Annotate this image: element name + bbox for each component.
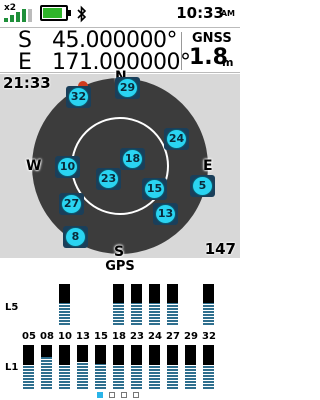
- satellite-number: 29: [119, 81, 136, 94]
- signal-bar: [4, 18, 8, 22]
- satellite-number: 24: [168, 132, 185, 145]
- satellite-number: 5: [198, 179, 207, 192]
- prn-label: 32: [202, 331, 216, 342]
- compass-east: E: [203, 158, 213, 174]
- prn-label: 10: [58, 331, 72, 342]
- satellite-number: 8: [71, 230, 80, 243]
- l5-band-label: L5: [5, 302, 19, 313]
- satellite-sky-view[interactable]: 21:33 N S W E 32 29 24 18 10 23 15 5 27 …: [0, 69, 240, 260]
- longitude-row: E 171.000000°: [0, 50, 191, 75]
- satellite-marker[interactable]: 8: [63, 226, 88, 248]
- prn-label: 08: [40, 331, 54, 342]
- bluetooth-icon: [77, 5, 87, 23]
- l1-signal-bar: [167, 345, 178, 389]
- l1-band-label: L1: [5, 362, 19, 373]
- satellite-number: 15: [146, 182, 163, 195]
- page-dot[interactable]: [109, 392, 115, 398]
- satellite-number: 13: [157, 207, 174, 220]
- satellite-marker[interactable]: 32: [66, 86, 91, 108]
- signal-bar: [10, 15, 14, 22]
- l5-signal-bar: [203, 284, 214, 326]
- battery-fill: [43, 8, 62, 18]
- prn-label: 13: [76, 331, 90, 342]
- satellite-marker[interactable]: 13: [153, 203, 178, 225]
- l1-signal-bar: [149, 345, 160, 389]
- longitude-direction: E: [18, 50, 32, 75]
- battery-icon: [40, 5, 71, 21]
- signal-strength-icon: [4, 9, 34, 22]
- l1-signal-bar: [203, 345, 214, 389]
- l5-signal-bar: [23, 284, 34, 326]
- signal-bar: [28, 9, 32, 22]
- satellite-marker[interactable]: 15: [142, 178, 167, 200]
- satellite-marker[interactable]: 10: [55, 156, 80, 178]
- l1-signal-bar: [113, 345, 124, 389]
- satellite-number: 10: [59, 160, 76, 173]
- page-dot[interactable]: [97, 392, 103, 398]
- l5-signal-bar: [113, 284, 124, 326]
- satellite-number: 32: [70, 90, 87, 103]
- prn-label: 18: [112, 331, 126, 342]
- signal-bar: [16, 12, 20, 22]
- coordinates-panel[interactable]: S 45.000000° E 171.000000° GNSS 1.8 m: [0, 27, 240, 75]
- l5-signal-bar: [41, 284, 52, 326]
- status-bar: x2 10:33 AM: [0, 0, 240, 27]
- satellite-number: 23: [100, 172, 117, 185]
- l1-signal-bar: [95, 345, 106, 389]
- heading-label: 147: [204, 240, 236, 258]
- page-dot[interactable]: [133, 392, 139, 398]
- signal-strength-graph[interactable]: GPS L5 L1 05 08 10 13 15 18 23 24 27 29 32: [0, 258, 240, 400]
- clock-ampm: AM: [220, 9, 235, 18]
- l5-signal-bar: [77, 284, 88, 326]
- l5-signal-bar: [149, 284, 160, 326]
- divider: [181, 32, 182, 70]
- prn-label: 24: [148, 331, 162, 342]
- compass-west: W: [26, 158, 42, 174]
- gnss-label: GNSS: [192, 31, 232, 46]
- l1-signal-bar: [185, 345, 196, 389]
- l1-signal-bar: [41, 345, 52, 389]
- l1-signal-bar: [23, 345, 34, 389]
- accuracy-unit: m: [222, 56, 234, 69]
- latitude-row: S 45.000000°: [0, 28, 178, 53]
- battery-tip: [68, 10, 71, 16]
- l1-signal-bar: [59, 345, 70, 389]
- satellite-marker[interactable]: 18: [120, 148, 145, 170]
- satellite-number: 18: [124, 152, 141, 165]
- prn-label: 29: [184, 331, 198, 342]
- satellite-marker[interactable]: 24: [164, 128, 189, 150]
- l5-signal-bar: [59, 284, 70, 326]
- signal-bar: [22, 9, 26, 22]
- gps-system-label: GPS: [105, 259, 135, 274]
- clock: 10:33: [176, 4, 224, 22]
- l1-signal-bar: [131, 345, 142, 389]
- prn-label: 23: [130, 331, 144, 342]
- prn-label: 15: [94, 331, 108, 342]
- sky-time-label: 21:33: [3, 74, 51, 92]
- satellite-marker[interactable]: 5: [190, 175, 215, 197]
- satellite-marker[interactable]: 29: [115, 77, 140, 99]
- satellite-marker[interactable]: 27: [59, 193, 84, 215]
- satellite-marker[interactable]: 23: [96, 168, 121, 190]
- l1-signal-bar: [77, 345, 88, 389]
- l5-signal-bar: [185, 284, 196, 326]
- l5-signal-bar: [131, 284, 142, 326]
- prn-label: 05: [22, 331, 36, 342]
- satellite-number: 27: [63, 197, 80, 210]
- prn-label: 27: [166, 331, 180, 342]
- page-dot[interactable]: [121, 392, 127, 398]
- l5-signal-bar: [95, 284, 106, 326]
- l5-signal-bar: [167, 284, 178, 326]
